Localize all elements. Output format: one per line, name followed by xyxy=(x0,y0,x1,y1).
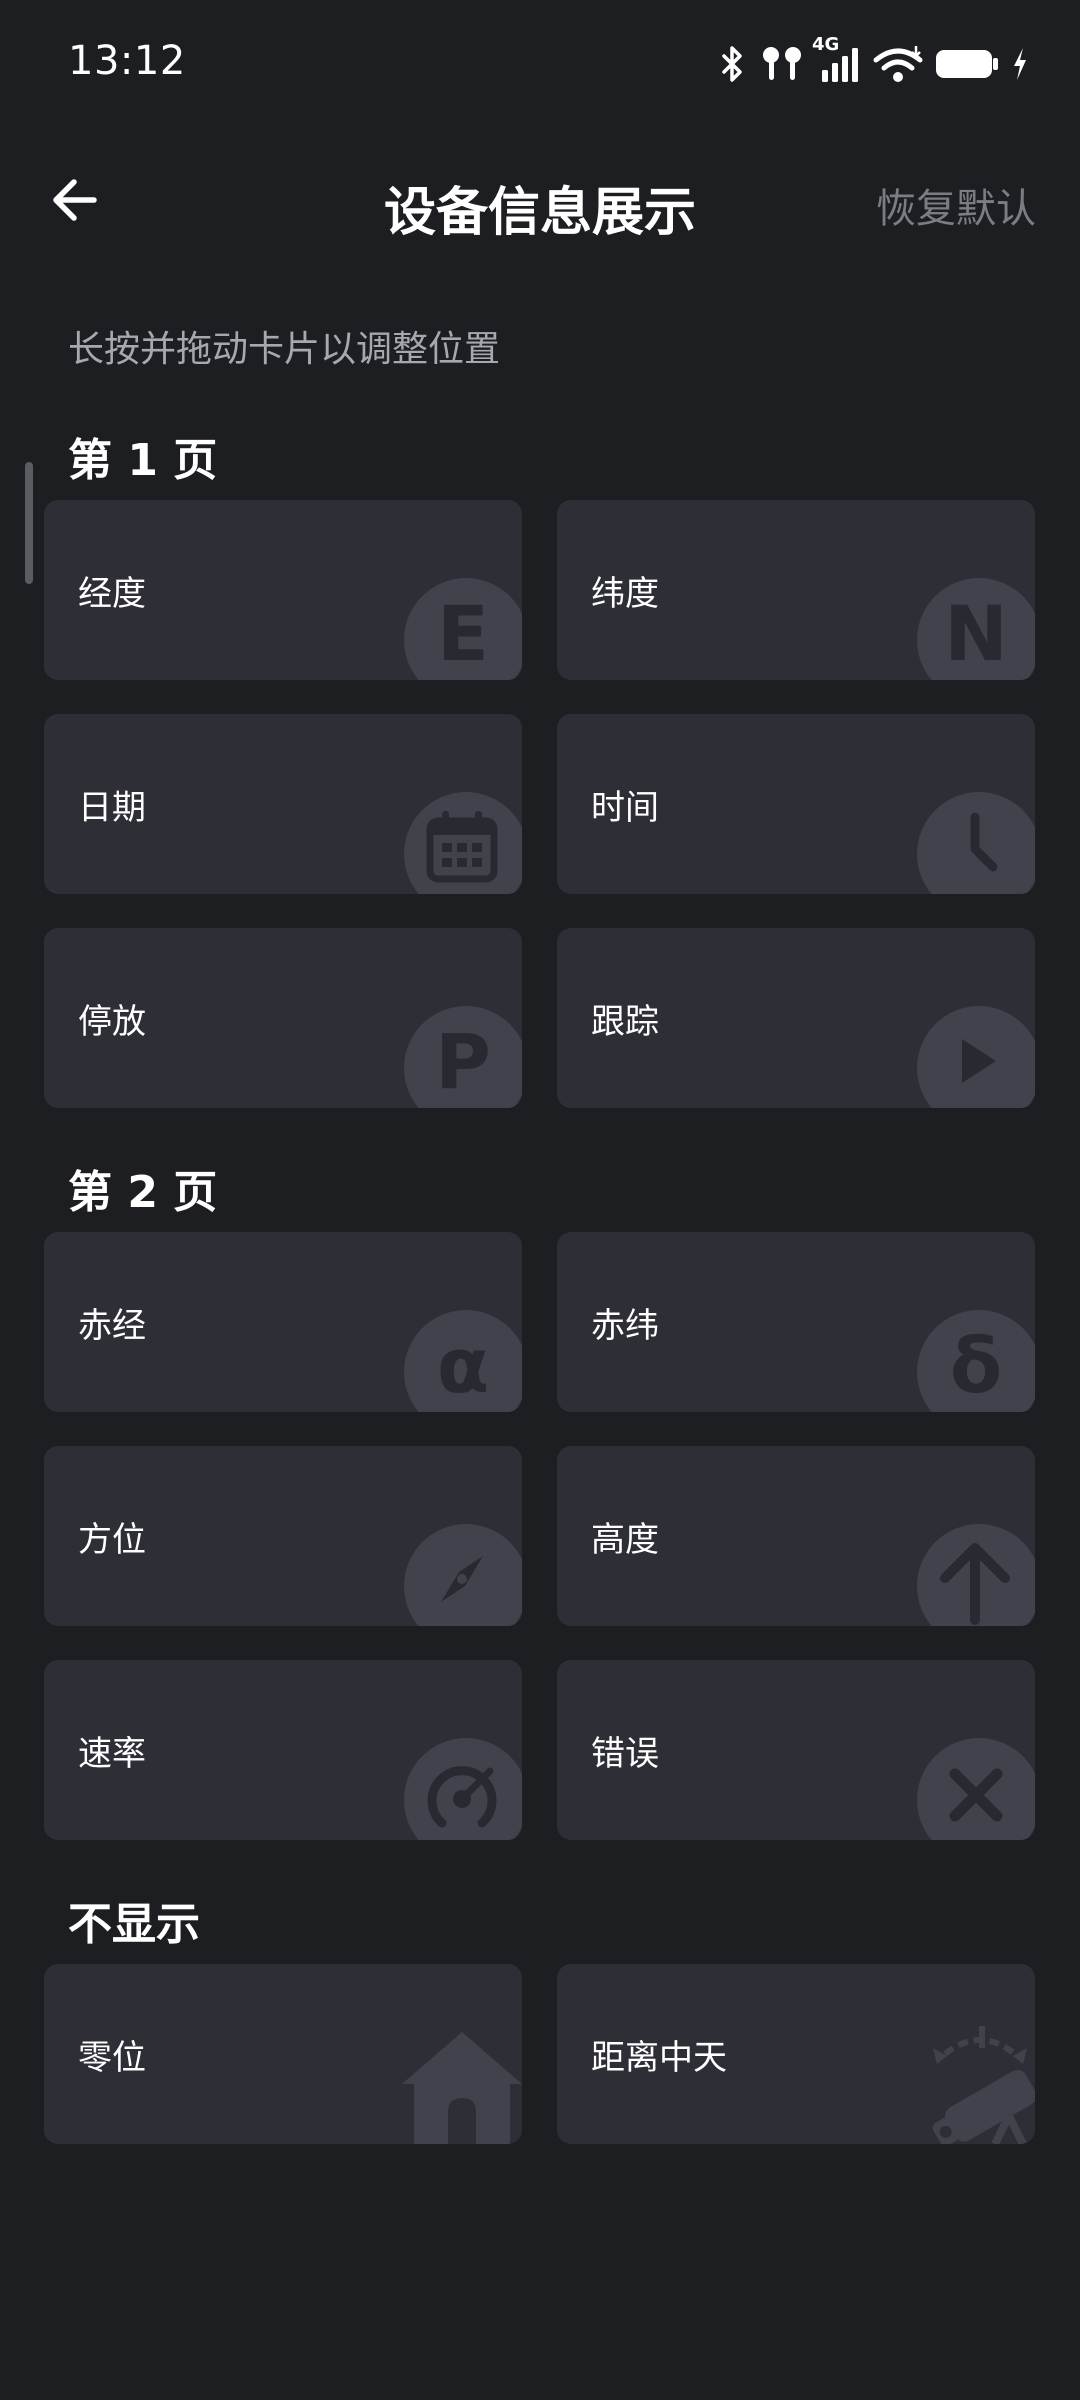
card-tracking[interactable]: 跟踪 xyxy=(557,928,1035,1108)
card-grid-hidden: 零位 距离中天 xyxy=(44,1964,1036,2144)
app-bar: 设备信息展示 恢复默认 xyxy=(0,150,1080,250)
calendar-icon xyxy=(404,792,522,894)
card-time[interactable]: 时间 xyxy=(557,714,1035,894)
card-grid-page-1: 经度 E 纬度 N 日期 时间 停放 P 跟踪 xyxy=(44,500,1036,1108)
card-date[interactable]: 日期 xyxy=(44,714,522,894)
wifi-icon xyxy=(872,44,924,84)
card-grid-page-2: 赤经 α 赤纬 δ 方位 高度 速率 错误 xyxy=(44,1232,1036,1840)
delta-icon: δ xyxy=(917,1310,1035,1412)
card-label: 高度 xyxy=(591,1520,659,1560)
alpha-icon: α xyxy=(404,1310,522,1412)
card-meridian-distance[interactable]: 距离中天 xyxy=(557,1964,1035,2144)
card-label: 赤经 xyxy=(78,1306,146,1346)
speedometer-icon xyxy=(404,1738,522,1840)
card-altitude[interactable]: 高度 xyxy=(557,1446,1035,1626)
card-rate[interactable]: 速率 xyxy=(44,1660,522,1840)
battery-icon xyxy=(934,44,1000,84)
card-declination[interactable]: 赤纬 δ xyxy=(557,1232,1035,1412)
card-label: 纬度 xyxy=(591,574,659,614)
card-right-ascension[interactable]: 赤经 α xyxy=(44,1232,522,1412)
card-label: 零位 xyxy=(78,2038,146,2078)
reset-default-button[interactable]: 恢复默认 xyxy=(876,176,1036,234)
icon-glyph: N xyxy=(944,589,1008,678)
icon-glyph: δ xyxy=(949,1321,1003,1410)
card-label: 赤纬 xyxy=(591,1306,659,1346)
compass-icon xyxy=(404,1524,522,1626)
signal-icon: 4G xyxy=(812,34,862,84)
close-icon xyxy=(917,1738,1035,1840)
card-azimuth[interactable]: 方位 xyxy=(44,1446,522,1626)
section-title-page-1: 第 1 页 xyxy=(68,435,218,486)
status-icons: 4G xyxy=(718,34,1030,88)
network-type-label: 4G xyxy=(812,34,840,55)
status-time: 13:12 xyxy=(68,38,186,84)
section-title-page-2: 第 2 页 xyxy=(68,1167,218,1218)
card-label: 停放 xyxy=(78,1002,146,1042)
card-label: 日期 xyxy=(78,788,146,828)
icon-glyph: P xyxy=(435,1017,491,1106)
icon-glyph: α xyxy=(436,1321,490,1410)
clock-icon xyxy=(917,792,1035,894)
earbuds-icon xyxy=(758,44,806,84)
bluetooth-icon xyxy=(718,44,748,84)
home-icon xyxy=(402,2028,522,2144)
scrollbar[interactable] xyxy=(25,462,33,584)
card-longitude[interactable]: 经度 E xyxy=(44,500,522,680)
card-label: 跟踪 xyxy=(591,1002,659,1042)
card-label: 方位 xyxy=(78,1520,146,1560)
charging-icon xyxy=(1010,44,1030,84)
letter-e-icon: E xyxy=(404,578,522,680)
card-label: 速率 xyxy=(78,1734,146,1774)
telescope-icon xyxy=(925,2020,1035,2144)
icon-glyph: E xyxy=(437,589,489,678)
card-label: 经度 xyxy=(78,574,146,614)
card-latitude[interactable]: 纬度 N xyxy=(557,500,1035,680)
play-icon xyxy=(917,1006,1035,1108)
section-title-hidden: 不显示 xyxy=(68,1899,200,1950)
card-label: 时间 xyxy=(591,788,659,828)
letter-n-icon: N xyxy=(917,578,1035,680)
card-error[interactable]: 错误 xyxy=(557,1660,1035,1840)
card-label: 错误 xyxy=(591,1734,659,1774)
arrow-up-icon xyxy=(917,1524,1035,1626)
card-park[interactable]: 停放 P xyxy=(44,928,522,1108)
card-label: 距离中天 xyxy=(591,2038,727,2078)
status-bar: 13:12 4G xyxy=(0,0,1080,130)
drag-hint: 长按并拖动卡片以调整位置 xyxy=(68,329,501,370)
parking-icon: P xyxy=(404,1006,522,1108)
card-home[interactable]: 零位 xyxy=(44,1964,522,2144)
